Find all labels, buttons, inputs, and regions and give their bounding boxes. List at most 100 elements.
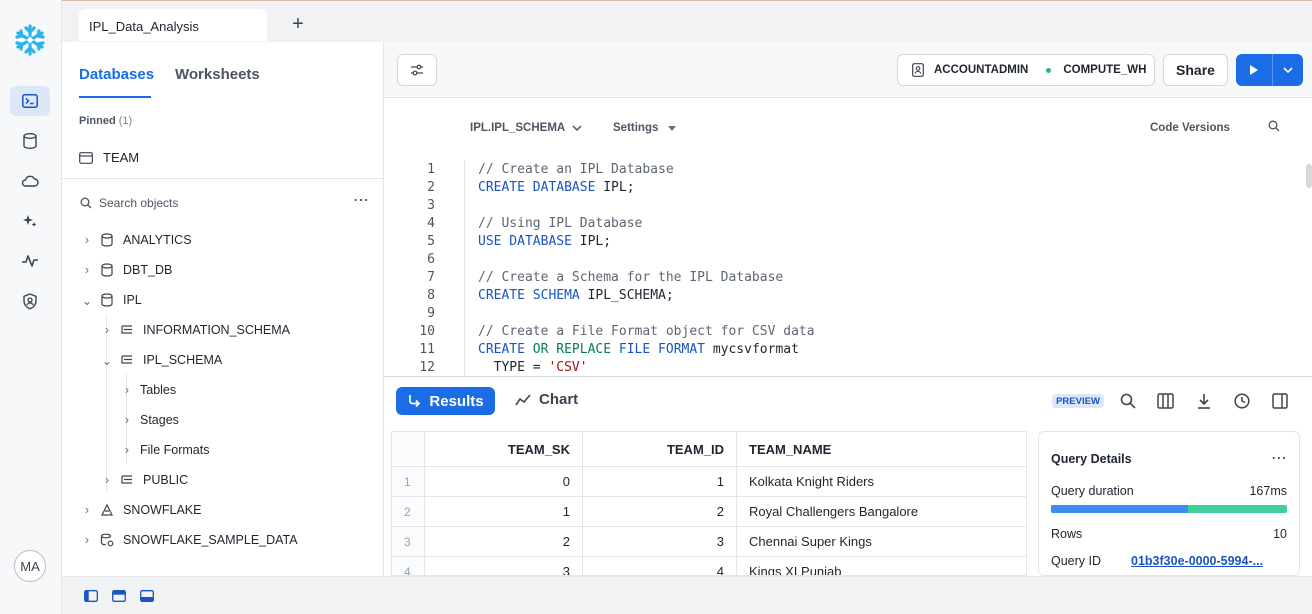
run-button[interactable] (1236, 54, 1273, 86)
columns-button[interactable] (1155, 391, 1175, 411)
worksheet-main: ACCOUNTADMIN COMPUTE_WH Share IPL.IPL_SC… (384, 42, 1312, 576)
tree-item-analytics[interactable]: › ANALYTICS (82, 229, 192, 251)
share-button[interactable]: Share (1163, 54, 1228, 86)
download-button[interactable] (1194, 391, 1214, 411)
cell-team-name[interactable]: Kings XI Punjab (737, 557, 1013, 575)
avatar-initials: MA (20, 558, 40, 574)
toggle-left-panel-icon[interactable] (84, 590, 98, 602)
cell-team-sk[interactable]: 3 (425, 557, 583, 575)
column-header-team-name[interactable]: TEAM_NAME (737, 432, 1013, 466)
run-options-button[interactable] (1273, 54, 1303, 86)
tree-item-stages[interactable]: › Stages (122, 409, 179, 431)
row-index: 3 (392, 527, 425, 556)
cell-team-sk[interactable]: 1 (425, 497, 583, 526)
code-editor[interactable]: 1// Create an IPL Database 2 CREATE DATAB… (384, 160, 1312, 376)
download-icon (1198, 394, 1210, 409)
search-objects-input[interactable]: Search objects ⋯ (80, 193, 370, 212)
tab-ipl-data-analysis[interactable]: IPL_Data_Analysis (79, 9, 267, 41)
chevron-right-icon[interactable]: › (82, 533, 92, 547)
nav-data-button[interactable] (10, 126, 50, 156)
chevron-right-icon[interactable]: › (102, 323, 112, 337)
tree-item-information-schema[interactable]: › INFORMATION_SCHEMA (102, 319, 290, 341)
line-number: 6 (427, 252, 435, 267)
cell-team-id[interactable]: 4 (583, 557, 737, 575)
history-button[interactable] (1232, 391, 1252, 411)
rows-value: 10 (1273, 527, 1287, 541)
context-label: IPL.IPL_SCHEMA (470, 122, 566, 134)
column-header-team-sk[interactable]: TEAM_SK (425, 432, 583, 466)
tree-item-dbt-db[interactable]: › DBT_DB (82, 259, 172, 281)
admin-shield-icon (23, 292, 37, 310)
toggle-details-panel-button[interactable] (1270, 391, 1290, 411)
toggle-editor-panel-icon[interactable] (112, 590, 126, 602)
table-row[interactable]: 1 0 1 Kolkata Knight Riders (392, 467, 1026, 497)
active-tab-indicator (79, 96, 151, 98)
settings-label: Settings (613, 122, 659, 134)
more-options-icon[interactable]: ⋯ (353, 193, 370, 209)
code-versions-button[interactable]: Code Versions (1150, 122, 1230, 134)
chevron-down-icon[interactable]: ⌄ (82, 293, 92, 308)
pinned-item-team[interactable]: TEAM (79, 150, 139, 165)
tree-item-snowflake-sample-data[interactable]: › SNOWFLAKE_SAMPLE_DATA (82, 529, 298, 551)
nav-monitoring-button[interactable] (10, 246, 50, 276)
tree-item-tables[interactable]: › Tables (122, 379, 176, 401)
tree-item-ipl[interactable]: ⌄ IPL (82, 289, 142, 311)
snowflake-logo-icon[interactable] (13, 23, 47, 57)
role-warehouse-selector[interactable]: ACCOUNTADMIN COMPUTE_WH (897, 54, 1155, 86)
search-icon[interactable] (1268, 120, 1280, 132)
object-browser: Databases Worksheets Pinned (1) TEAM Sea… (62, 42, 384, 576)
tree-item-label: SNOWFLAKE (123, 503, 202, 517)
nav-worksheets-button[interactable] (10, 86, 50, 116)
results-button[interactable]: Results (396, 387, 495, 415)
left-nav-rail: MA (0, 0, 62, 614)
cell-team-id[interactable]: 1 (583, 467, 737, 496)
tree-item-label: Tables (140, 383, 177, 397)
chevron-right-icon[interactable]: › (122, 383, 132, 397)
cell-team-id[interactable]: 2 (583, 497, 737, 526)
pinned-section-label: Pinned (1) (79, 115, 132, 127)
user-avatar[interactable]: MA (14, 550, 46, 582)
cell-team-name[interactable]: Kolkata Knight Riders (737, 467, 1013, 496)
chevron-right-icon[interactable]: › (102, 473, 112, 487)
cell-team-sk[interactable]: 0 (425, 467, 583, 496)
column-header-team-id[interactable]: TEAM_ID (583, 432, 737, 466)
add-tab-button[interactable]: + (288, 14, 308, 34)
filters-button[interactable] (397, 54, 437, 86)
context-selector[interactable]: IPL.IPL_SCHEMA (470, 122, 583, 134)
database-icon (101, 233, 113, 247)
chevron-right-icon[interactable]: › (82, 233, 92, 247)
cell-team-id[interactable]: 3 (583, 527, 737, 556)
cell-team-sk[interactable]: 2 (425, 527, 583, 556)
nav-admin-button[interactable] (10, 286, 50, 316)
more-options-icon[interactable]: ⋯ (1271, 448, 1287, 468)
table-row[interactable]: 4 3 4 Kings XI Punjab (392, 557, 1026, 575)
query-id-link[interactable]: 01b3f30e-0000-5994-... (1131, 554, 1263, 568)
chevron-right-icon[interactable]: › (82, 263, 92, 277)
tree-item-public[interactable]: › PUBLIC (102, 469, 188, 491)
tree-item-snowflake[interactable]: › SNOWFLAKE (82, 499, 202, 521)
editor-scrollbar[interactable] (1306, 164, 1312, 188)
nav-ai-button[interactable] (10, 206, 50, 236)
table-row[interactable]: 3 2 3 Chennai Super Kings (392, 527, 1026, 557)
tree-item-label: INFORMATION_SCHEMA (143, 323, 290, 337)
chevron-right-icon[interactable]: › (82, 503, 92, 517)
table-row[interactable]: 2 1 2 Royal Challengers Bangalore (392, 497, 1026, 527)
chevron-right-icon[interactable]: › (122, 443, 132, 457)
warehouse-status-dot (1046, 67, 1052, 73)
cell-team-name[interactable]: Chennai Super Kings (737, 527, 1013, 556)
chevron-down-icon[interactable]: ⌄ (102, 353, 112, 368)
search-results-button[interactable] (1118, 391, 1138, 411)
settings-dropdown[interactable]: Settings (613, 122, 677, 134)
chart-button[interactable]: Chart (515, 391, 578, 408)
chevron-right-icon[interactable]: › (122, 413, 132, 427)
toggle-results-panel-icon[interactable] (140, 590, 154, 602)
schema-icon (121, 475, 132, 484)
results-table: TEAM_SK TEAM_ID TEAM_NAME 1 0 1 Kolkata … (391, 431, 1027, 576)
tree-item-file-formats[interactable]: › File Formats (122, 439, 210, 461)
line-number: 3 (427, 198, 435, 213)
nav-cloud-button[interactable] (10, 166, 50, 196)
tab-worksheets[interactable]: Worksheets (175, 66, 260, 83)
tab-databases[interactable]: Databases (79, 66, 154, 83)
tree-item-ipl-schema[interactable]: ⌄ IPL_SCHEMA (102, 349, 222, 371)
cell-team-name[interactable]: Royal Challengers Bangalore (737, 497, 1013, 526)
